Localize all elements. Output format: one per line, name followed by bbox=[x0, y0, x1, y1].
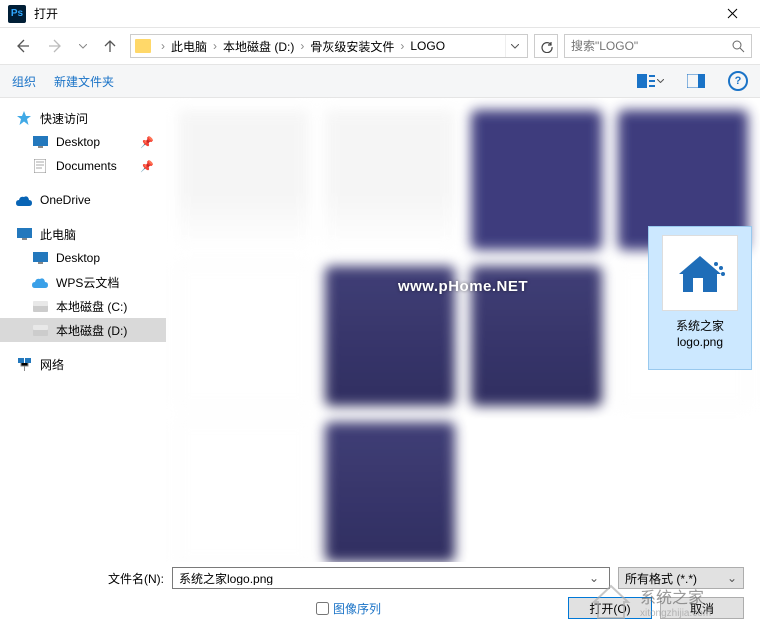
preview-pane-button[interactable] bbox=[682, 69, 710, 93]
file-name: 系统之家 logo.png bbox=[676, 319, 724, 350]
center-watermark: www.pHome.NET bbox=[398, 278, 528, 295]
breadcrumb-segment[interactable]: 本地磁盘 (D:) bbox=[223, 38, 294, 55]
arrow-right-icon bbox=[48, 38, 64, 54]
drive-icon bbox=[32, 322, 48, 338]
sidebar-item-wps[interactable]: WPS云文档 bbox=[0, 270, 166, 294]
sidebar-label: 网络 bbox=[40, 356, 64, 373]
address-dropdown[interactable] bbox=[505, 35, 523, 57]
organize-menu[interactable]: 组织 bbox=[12, 73, 36, 90]
chevron-down-icon bbox=[79, 44, 87, 49]
chevron-down-icon bbox=[511, 44, 519, 49]
arrow-up-icon bbox=[103, 39, 117, 53]
sidebar-label: 本地磁盘 (D:) bbox=[56, 322, 127, 339]
star-icon bbox=[16, 110, 32, 126]
file-item-selected[interactable]: 系统之家 logo.png bbox=[648, 226, 752, 370]
search-box[interactable] bbox=[564, 34, 752, 58]
sidebar-item-desktop2[interactable]: Desktop bbox=[0, 246, 166, 270]
sidebar: 快速访问 Desktop 📌 Documents 📌 OneDrive 此电脑 … bbox=[0, 98, 166, 562]
file-type-dropdown[interactable]: 所有格式 (*.*) ⌄ bbox=[618, 567, 744, 589]
breadcrumb-segment[interactable]: LOGO bbox=[410, 39, 445, 53]
onedrive-icon bbox=[16, 192, 32, 208]
file-pane[interactable]: www.pHome.NET 系统之家 logo.png bbox=[166, 98, 760, 562]
sidebar-item-disk-d[interactable]: 本地磁盘 (D:) bbox=[0, 318, 166, 342]
preview-icon bbox=[687, 74, 705, 88]
file-thumbnail bbox=[662, 235, 738, 311]
file-type-value: 所有格式 (*.*) bbox=[625, 570, 697, 587]
image-sequence-label: 图像序列 bbox=[333, 600, 381, 617]
sidebar-label: Documents bbox=[56, 159, 117, 173]
house-logo-icon bbox=[673, 250, 727, 296]
sidebar-item-quick-access[interactable]: 快速访问 bbox=[0, 106, 166, 130]
folder-icon bbox=[135, 39, 151, 53]
sidebar-label: OneDrive bbox=[40, 193, 91, 207]
breadcrumb: › 此电脑 › 本地磁盘 (D:) › 骨灰级安装文件 › LOGO bbox=[157, 38, 505, 55]
recent-dropdown[interactable] bbox=[76, 44, 90, 49]
view-mode-button[interactable] bbox=[636, 69, 664, 93]
sidebar-item-thispc[interactable]: 此电脑 bbox=[0, 222, 166, 246]
cloud-icon bbox=[32, 274, 48, 290]
window-title: 打开 bbox=[34, 5, 712, 22]
sidebar-label: 此电脑 bbox=[40, 226, 76, 243]
sidebar-item-onedrive[interactable]: OneDrive bbox=[0, 188, 166, 212]
forward-button[interactable] bbox=[42, 32, 70, 60]
refresh-button[interactable] bbox=[534, 34, 558, 58]
chevron-right-icon: › bbox=[213, 39, 217, 53]
footer: 文件名(N): ⌄ 所有格式 (*.*) ⌄ 图像序列 打开(O) 取消 bbox=[0, 561, 760, 629]
address-bar[interactable]: › 此电脑 › 本地磁盘 (D:) › 骨灰级安装文件 › LOGO bbox=[130, 34, 528, 58]
toolbar: 组织 新建文件夹 ? bbox=[0, 64, 760, 98]
sidebar-item-documents[interactable]: Documents 📌 bbox=[0, 154, 166, 178]
chevron-right-icon: › bbox=[161, 39, 165, 53]
app-icon-photoshop: Ps bbox=[8, 5, 26, 23]
breadcrumb-segment[interactable]: 骨灰级安装文件 bbox=[310, 38, 394, 55]
image-sequence-checkbox[interactable] bbox=[316, 602, 329, 615]
pc-icon bbox=[16, 226, 32, 242]
chevron-right-icon: › bbox=[300, 39, 304, 53]
breadcrumb-segment[interactable]: 此电脑 bbox=[171, 38, 207, 55]
network-icon bbox=[16, 356, 32, 372]
image-sequence-option[interactable]: 图像序列 bbox=[316, 600, 381, 617]
sidebar-label: Desktop bbox=[56, 251, 100, 265]
new-folder-button[interactable]: 新建文件夹 bbox=[54, 73, 114, 90]
back-button[interactable] bbox=[8, 32, 36, 60]
cancel-button[interactable]: 取消 bbox=[660, 597, 744, 619]
up-button[interactable] bbox=[96, 32, 124, 60]
desktop-icon bbox=[32, 134, 48, 150]
help-button[interactable]: ? bbox=[728, 71, 748, 91]
close-icon bbox=[727, 8, 738, 19]
sidebar-item-disk-c[interactable]: 本地磁盘 (C:) bbox=[0, 294, 166, 318]
filename-label: 文件名(N): bbox=[108, 570, 164, 587]
filename-combo[interactable]: ⌄ bbox=[172, 567, 610, 589]
close-button[interactable] bbox=[712, 0, 752, 28]
sidebar-item-desktop[interactable]: Desktop 📌 bbox=[0, 130, 166, 154]
chevron-down-icon[interactable]: ⌄ bbox=[585, 571, 603, 585]
sidebar-label: WPS云文档 bbox=[56, 274, 119, 291]
pin-icon: 📌 bbox=[140, 160, 154, 173]
drive-icon bbox=[32, 298, 48, 314]
desktop-icon bbox=[32, 250, 48, 266]
body: 快速访问 Desktop 📌 Documents 📌 OneDrive 此电脑 … bbox=[0, 98, 760, 562]
documents-icon bbox=[32, 158, 48, 174]
sidebar-label: 本地磁盘 (C:) bbox=[56, 298, 127, 315]
title-bar: Ps 打开 bbox=[0, 0, 760, 28]
refresh-icon bbox=[540, 40, 553, 53]
sidebar-label: Desktop bbox=[56, 135, 100, 149]
filename-input[interactable] bbox=[179, 571, 585, 585]
search-icon bbox=[732, 40, 745, 53]
chevron-right-icon: › bbox=[400, 39, 404, 53]
view-icon bbox=[637, 74, 655, 88]
search-input[interactable] bbox=[571, 39, 732, 53]
navigation-bar: › 此电脑 › 本地磁盘 (D:) › 骨灰级安装文件 › LOGO bbox=[0, 28, 760, 64]
arrow-left-icon bbox=[14, 38, 30, 54]
sidebar-label: 快速访问 bbox=[40, 110, 88, 127]
chevron-down-icon: ⌄ bbox=[727, 571, 737, 585]
pin-icon: 📌 bbox=[140, 136, 154, 149]
chevron-down-icon bbox=[657, 79, 664, 83]
open-button[interactable]: 打开(O) bbox=[568, 597, 652, 619]
sidebar-item-network[interactable]: 网络 bbox=[0, 352, 166, 376]
